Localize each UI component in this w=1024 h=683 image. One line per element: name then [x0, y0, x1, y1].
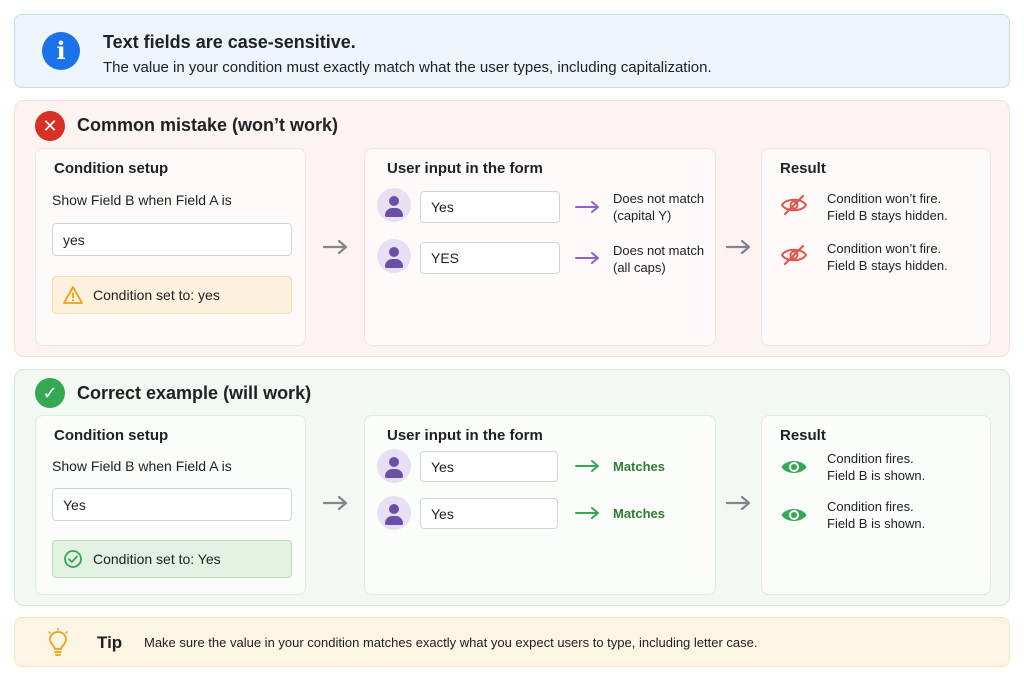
- condition-status-ok: Condition set to: Yes: [52, 540, 292, 578]
- eye-off-icon: [780, 194, 808, 216]
- info-title: Text fields are case-sensitive.: [103, 32, 356, 52]
- user-input-field[interactable]: Yes: [420, 191, 560, 223]
- user-avatar-icon: [377, 239, 411, 273]
- lightbulb-icon: [48, 628, 68, 656]
- card-title: User input in the form: [387, 427, 543, 444]
- card-title: Condition setup: [54, 160, 169, 177]
- arrow-right-icon: [575, 201, 599, 213]
- condition-status-text: Condition set to: yes: [93, 287, 220, 303]
- arrow-right-icon: [575, 507, 599, 519]
- match-status-text: Does not match (all caps): [613, 243, 705, 275]
- eye-icon: [781, 509, 807, 521]
- card-title: Condition setup: [54, 427, 169, 444]
- section-title: Correct example (will work): [77, 383, 312, 403]
- user-input-field[interactable]: Yes: [420, 451, 558, 482]
- check-icon: ✓: [35, 378, 65, 408]
- check-circle-icon: [53, 549, 93, 569]
- result-text: Condition fires. Field B is shown.: [827, 451, 926, 483]
- x-mark-icon: ✕: [35, 111, 65, 141]
- section-title: Common mistake (won’t work): [77, 115, 339, 135]
- result-text: Condition fires. Field B is shown.: [827, 499, 926, 531]
- info-icon: i: [42, 32, 80, 70]
- correct-example-section: ✓ Correct example (will work) Condition …: [14, 369, 1010, 606]
- arrow-right-icon: [323, 495, 348, 511]
- condition-value-field[interactable]: yes: [52, 223, 292, 256]
- arrow-right-icon: [575, 460, 599, 472]
- user-input-field[interactable]: Yes: [420, 498, 558, 529]
- result-text: Condition won’t fire. Field B stays hidd…: [827, 191, 948, 223]
- condition-label: Show Field B when Field A is: [52, 458, 232, 474]
- result-text: Condition won’t fire. Field B stays hidd…: [827, 241, 948, 273]
- arrow-right-icon: [726, 495, 751, 511]
- card-title: Result: [780, 160, 826, 177]
- condition-status-warning: Condition set to: yes: [52, 276, 292, 314]
- user-input-card: User input in the form Yes Matches Yes M…: [364, 415, 716, 595]
- user-avatar-icon: [377, 188, 411, 222]
- tip-text: Make sure the value in your condition ma…: [144, 635, 758, 650]
- condition-status-text: Condition set to: Yes: [93, 551, 221, 567]
- result-card: Result Condition won’t fire. Field B sta…: [761, 148, 991, 346]
- condition-value-field[interactable]: Yes: [52, 488, 292, 521]
- warning-icon: [53, 286, 93, 304]
- eye-icon: [781, 461, 807, 473]
- tip-label: Tip: [97, 633, 123, 652]
- user-avatar-icon: [377, 496, 411, 530]
- info-subtitle: The value in your condition must exactly…: [103, 59, 712, 76]
- arrow-right-icon: [575, 252, 599, 264]
- match-status-text: Matches: [613, 506, 666, 521]
- condition-setup-card: Condition setup Show Field B when Field …: [35, 415, 306, 595]
- arrow-right-icon: [726, 239, 751, 255]
- arrow-right-icon: [323, 239, 348, 255]
- user-avatar-icon: [377, 449, 411, 483]
- user-input-field[interactable]: YES: [420, 242, 560, 274]
- eye-off-icon: [780, 244, 808, 266]
- card-title: User input in the form: [387, 160, 543, 177]
- tip-banner: Tip Make sure the value in your conditio…: [14, 617, 1010, 667]
- card-title: Result: [780, 427, 826, 444]
- match-status-text: Matches: [613, 459, 666, 474]
- info-banner: i Text fields are case-sensitive. The va…: [14, 14, 1010, 88]
- condition-label: Show Field B when Field A is: [52, 192, 232, 208]
- match-status-text: Does not match (capital Y): [613, 191, 705, 223]
- user-input-card: User input in the form Yes Does not matc…: [364, 148, 716, 346]
- common-mistake-section: ✕ Common mistake (won’t work) Condition …: [14, 100, 1010, 357]
- result-card: Result Condition fires. Field B is shown…: [761, 415, 991, 595]
- condition-setup-card: Condition setup Show Field B when Field …: [35, 148, 306, 346]
